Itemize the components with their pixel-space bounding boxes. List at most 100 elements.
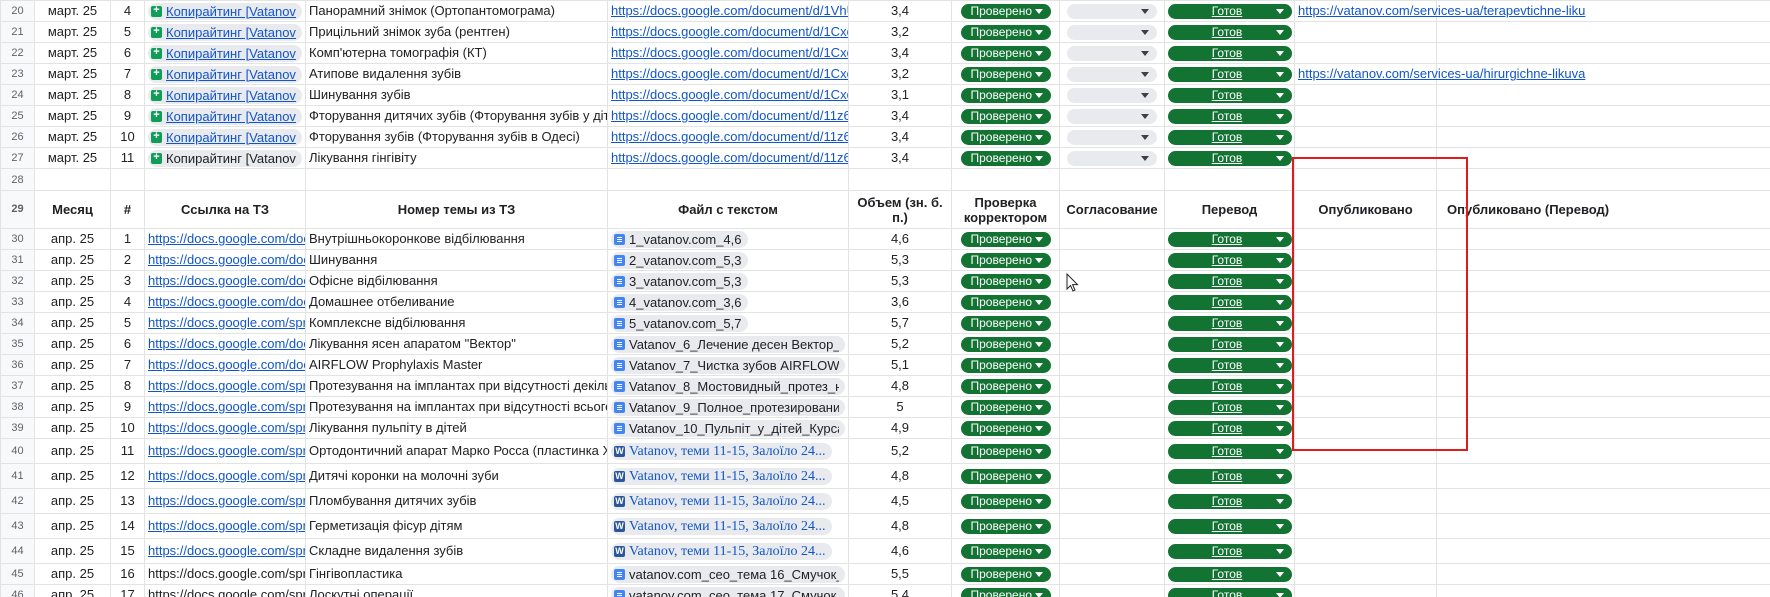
file-cell[interactable]: Vatanov, теми 11-15, Залоїло 24... — [607, 488, 849, 514]
empty-cell[interactable] — [607, 168, 849, 191]
file-chip[interactable]: 1_vatanov.com_4,6 — [611, 231, 748, 249]
month-cell[interactable]: апр. 25 — [34, 563, 111, 585]
proof-status-dropdown[interactable]: Проверено — [960, 357, 1051, 373]
month-cell[interactable]: март. 25 — [34, 105, 111, 127]
tz-link[interactable]: https://docs.google.com/docur — [148, 336, 305, 351]
published-cell[interactable] — [1294, 84, 1437, 106]
volume-cell[interactable]: 5,5 — [848, 563, 952, 585]
tz-link[interactable]: https://docs.google.com/sprea — [148, 543, 305, 558]
proof-status-dropdown[interactable]: Проверено — [960, 399, 1051, 415]
file-cell[interactable]: Vatanov, теми 11-15, Залоїло 24... — [607, 438, 849, 464]
tz-link-cell[interactable]: https://docs.google.com/docur — [144, 270, 306, 292]
translation-status-dropdown[interactable]: Готов — [1168, 443, 1292, 459]
file-cell[interactable]: 5_vatanov.com_5,7 — [607, 312, 849, 334]
translation-status-dropdown[interactable]: Готов — [1168, 518, 1292, 534]
proof-status-dropdown[interactable]: Проверено — [960, 518, 1051, 534]
doc-link-cell[interactable]: https://docs.google.com/document/d/1CxdB… — [607, 42, 849, 64]
proof-status-dropdown[interactable]: Проверено — [960, 108, 1051, 124]
approval-cell[interactable] — [1059, 584, 1165, 597]
doc-link-cell[interactable]: https://docs.google.com/document/d/1CxdB… — [607, 84, 849, 106]
volume-cell[interactable]: 3,4 — [848, 126, 952, 148]
topic-cell[interactable]: Протезування на імплантах при відсутност… — [305, 396, 608, 418]
volume-cell[interactable]: 3,1 — [848, 84, 952, 106]
num-cell[interactable]: 5 — [110, 21, 145, 43]
proof-cell[interactable]: Проверено — [951, 463, 1060, 489]
tz-link[interactable]: https://docs.google.com/sprea — [148, 493, 305, 508]
doc-link-cell[interactable]: https://docs.google.com/document/d/11z6f… — [607, 126, 849, 148]
topic-cell[interactable]: Лікування гінгівіту — [305, 147, 608, 169]
volume-cell[interactable]: 3,4 — [848, 42, 952, 64]
published-cell[interactable] — [1294, 291, 1437, 313]
month-cell[interactable]: апр. 25 — [34, 333, 111, 355]
translation-status-dropdown[interactable]: Готов — [1168, 420, 1292, 436]
proof-status-dropdown[interactable]: Проверено — [960, 587, 1051, 597]
topic-cell[interactable]: Офісне відбілювання — [305, 270, 608, 292]
tz-link[interactable]: https://docs.google.com/sprea — [148, 518, 305, 533]
file-cell[interactable]: 1_vatanov.com_4,6 — [607, 228, 849, 250]
num-cell[interactable]: 7 — [110, 354, 145, 376]
doc-link[interactable]: https://docs.google.com/document/d/1VhU1… — [611, 3, 848, 18]
approval-cell[interactable] — [1059, 84, 1165, 106]
proof-status-dropdown[interactable]: Проверено — [960, 66, 1051, 82]
approval-cell[interactable] — [1059, 228, 1165, 250]
row-number[interactable]: 28 — [0, 168, 35, 191]
month-cell[interactable]: апр. 25 — [34, 396, 111, 418]
volume-cell[interactable]: 3,4 — [848, 147, 952, 169]
tz-cell[interactable]: Копирайтинг [Vatanov... — [144, 21, 306, 43]
published-cell[interactable] — [1294, 147, 1437, 169]
published-translation-cell[interactable] — [1436, 84, 1770, 106]
volume-cell[interactable]: 5,2 — [848, 333, 952, 355]
proof-status-dropdown[interactable]: Проверено — [960, 443, 1051, 459]
num-cell[interactable]: 13 — [110, 488, 145, 514]
translation-status-dropdown[interactable]: Готов — [1168, 468, 1292, 484]
published-translation-cell[interactable] — [1436, 538, 1770, 564]
tz-link-cell[interactable]: https://docs.google.com/sprea — [144, 513, 306, 539]
approval-cell[interactable] — [1059, 42, 1165, 64]
translation-status-dropdown[interactable]: Готов — [1168, 66, 1292, 82]
month-cell[interactable]: апр. 25 — [34, 228, 111, 250]
file-chip[interactable]: Vatanov_6_Лечение десен Вектор_... — [611, 336, 845, 354]
tz-link-cell[interactable]: https://docs.google.com/sprea — [144, 584, 306, 597]
month-cell[interactable]: март. 25 — [34, 126, 111, 148]
translation-cell[interactable]: Готов — [1164, 538, 1295, 564]
month-cell[interactable]: март. 25 — [34, 21, 111, 43]
proof-status-dropdown[interactable]: Проверено — [960, 87, 1051, 103]
published-cell[interactable]: https://vatanov.com/services-ua/hirurgic… — [1294, 63, 1585, 85]
header-volume[interactable]: Объем (зн. б. п.) — [848, 190, 952, 229]
file-chip[interactable]: 3_vatanov.com_5,3 — [611, 273, 748, 291]
translation-status-dropdown[interactable]: Готов — [1168, 273, 1292, 289]
volume-cell[interactable]: 5,4 — [848, 584, 952, 597]
file-chip[interactable]: Vatanov, теми 11-15, Залоїло 24... — [611, 518, 832, 536]
proof-cell[interactable]: Проверено — [951, 563, 1060, 585]
tz-link-cell[interactable]: https://docs.google.com/docur — [144, 333, 306, 355]
empty-cell[interactable] — [34, 168, 111, 191]
topic-cell[interactable]: Домашнее отбеливание — [305, 291, 608, 313]
translation-cell[interactable]: Готов — [1164, 417, 1295, 439]
proof-cell[interactable]: Проверено — [951, 291, 1060, 313]
month-cell[interactable]: апр. 25 — [34, 538, 111, 564]
tz-link-cell[interactable]: https://docs.google.com/sprea — [144, 463, 306, 489]
file-chip[interactable]: Vatanov, теми 11-15, Залоїло 24... — [611, 543, 832, 561]
header-published[interactable]: Опубликовано — [1294, 190, 1437, 229]
proof-cell[interactable]: Проверено — [951, 42, 1060, 64]
proof-cell[interactable]: Проверено — [951, 375, 1060, 397]
approval-cell[interactable] — [1059, 105, 1165, 127]
file-cell[interactable]: Vatanov_10_Пульпіт_у_дітей_Курса... — [607, 417, 849, 439]
doc-link[interactable]: https://docs.google.com/document/d/11z6f… — [611, 150, 848, 165]
header-tz-link[interactable]: Ссылка на ТЗ — [144, 190, 306, 229]
doc-link[interactable]: https://docs.google.com/document/d/11z6f… — [611, 108, 848, 123]
num-cell[interactable]: 2 — [110, 249, 145, 271]
file-chip[interactable]: Копирайтинг [Vatanov... — [148, 66, 302, 84]
topic-cell[interactable]: Ортодонтичний апарат Марко Росса (пласти… — [305, 438, 608, 464]
proof-status-dropdown[interactable]: Проверено — [960, 315, 1051, 331]
translation-cell[interactable]: Готов — [1164, 375, 1295, 397]
file-cell[interactable]: vatanov.com_сео_тема 16_Смучок_... — [607, 563, 849, 585]
month-cell[interactable]: апр. 25 — [34, 291, 111, 313]
proof-status-dropdown[interactable]: Проверено — [960, 378, 1051, 394]
doc-link[interactable]: https://docs.google.com/document/d/1CxdB… — [611, 45, 848, 60]
tz-link[interactable]: https://docs.google.com/docur — [148, 231, 305, 246]
published-translation-cell[interactable] — [1436, 584, 1770, 597]
tz-link-cell[interactable]: https://docs.google.com/sprea — [144, 488, 306, 514]
proof-cell[interactable]: Проверено — [951, 488, 1060, 514]
translation-cell[interactable]: Готов — [1164, 84, 1295, 106]
